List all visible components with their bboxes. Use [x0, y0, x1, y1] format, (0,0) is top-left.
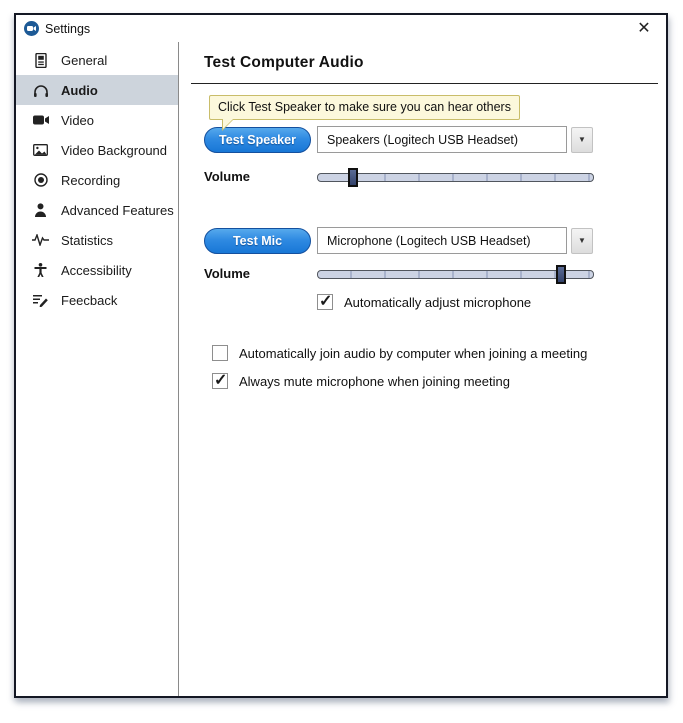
headphones-icon [32, 82, 49, 99]
sidebar-item-label: Video [61, 113, 94, 128]
slider-track [317, 173, 594, 182]
mic-volume-label: Volume [204, 266, 250, 281]
sidebar-item-advanced-features[interactable]: Advanced Features [16, 195, 178, 225]
audio-settings-panel: Test Computer Audio Click Test Speaker t… [179, 42, 666, 696]
auto-join-audio-option[interactable]: Automatically join audio by computer whe… [212, 345, 666, 361]
mic-device-combo: Microphone (Logitech USB Headset) ▼ [317, 227, 593, 254]
record-icon [32, 172, 49, 189]
title-bar[interactable]: Settings ✕ [16, 15, 666, 42]
always-mute-option[interactable]: Always mute microphone when joining meet… [212, 373, 666, 389]
sidebar-item-label: Feecback [61, 293, 117, 308]
window-title: Settings [45, 22, 90, 36]
sidebar-item-video[interactable]: Video [16, 105, 178, 135]
sidebar-item-feedback[interactable]: Feecback [16, 285, 178, 315]
sidebar-item-audio[interactable]: Audio [16, 75, 178, 105]
speaker-dropdown-arrow-icon[interactable]: ▼ [571, 127, 593, 153]
zoom-logo-icon [24, 21, 39, 36]
mic-volume-row: Volume [204, 265, 666, 283]
auto-join-audio-checkbox[interactable] [212, 345, 228, 361]
always-mute-checkbox[interactable] [212, 373, 228, 389]
close-icon[interactable]: ✕ [634, 19, 654, 39]
speaker-device-select[interactable]: Speakers (Logitech USB Headset) [317, 126, 567, 153]
test-speaker-button[interactable]: Test Speaker [204, 127, 311, 153]
always-mute-label: Always mute microphone when joining meet… [239, 374, 510, 389]
sidebar-item-label: Statistics [61, 233, 113, 248]
sidebar-item-label: Recording [61, 173, 120, 188]
test-speaker-tooltip: Click Test Speaker to make sure you can … [209, 95, 520, 120]
slider-track [317, 270, 594, 279]
speaker-volume-row: Volume [204, 168, 666, 186]
feedback-icon [32, 292, 49, 309]
speaker-volume-label: Volume [204, 169, 250, 184]
speaker-volume-slider[interactable] [317, 168, 594, 187]
page-background: Settings ✕ General Audio [0, 0, 683, 723]
page-title: Test Computer Audio [204, 54, 666, 72]
test-mic-button[interactable]: Test Mic [204, 228, 311, 254]
auto-adjust-mic-option[interactable]: Automatically adjust microphone [317, 294, 666, 310]
sidebar-item-accessibility[interactable]: Accessibility [16, 255, 178, 285]
mic-volume-slider[interactable] [317, 265, 594, 284]
mic-dropdown-arrow-icon[interactable]: ▼ [571, 228, 593, 254]
sidebar-item-statistics[interactable]: Statistics [16, 225, 178, 255]
speaker-row: Test Speaker Speakers (Logitech USB Head… [204, 126, 666, 153]
sidebar-item-label: Video Background [61, 143, 167, 158]
sidebar-item-label: General [61, 53, 107, 68]
pulse-icon [32, 232, 49, 249]
auto-join-audio-label: Automatically join audio by computer whe… [239, 346, 587, 361]
image-icon [32, 142, 49, 159]
sidebar-item-label: Audio [61, 83, 98, 98]
sidebar-item-recording[interactable]: Recording [16, 165, 178, 195]
video-camera-icon [32, 112, 49, 129]
speaker-volume-thumb[interactable] [348, 168, 358, 187]
sidebar-item-label: Advanced Features [61, 203, 174, 218]
accessibility-icon [32, 262, 49, 279]
mic-device-select[interactable]: Microphone (Logitech USB Headset) [317, 227, 567, 254]
general-icon [32, 52, 49, 69]
auto-adjust-mic-checkbox[interactable] [317, 294, 333, 310]
person-icon [32, 202, 49, 219]
settings-window: Settings ✕ General Audio [14, 13, 668, 698]
auto-adjust-mic-label: Automatically adjust microphone [344, 295, 531, 310]
mic-volume-thumb[interactable] [556, 265, 566, 284]
sidebar-item-general[interactable]: General [16, 45, 178, 75]
speaker-device-combo: Speakers (Logitech USB Headset) ▼ [317, 126, 593, 153]
settings-sidebar: General Audio Video [16, 42, 179, 696]
sidebar-item-label: Accessibility [61, 263, 132, 278]
sidebar-item-video-background[interactable]: Video Background [16, 135, 178, 165]
mic-row: Test Mic Microphone (Logitech USB Headse… [204, 227, 666, 254]
